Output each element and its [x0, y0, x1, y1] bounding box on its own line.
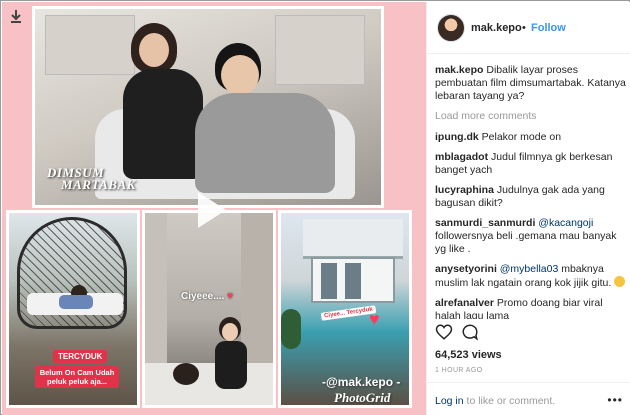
download-icon[interactable]: [8, 8, 24, 26]
comment-list: mak.kepo Dibalik layar proses pembuatan …: [435, 64, 627, 319]
watermark-handle: -@mak.kepo -: [322, 375, 401, 389]
avatar[interactable]: [437, 14, 465, 42]
separator-dot: •: [522, 22, 526, 34]
login-link[interactable]: Log in: [435, 395, 464, 407]
post-media[interactable]: DIMSUM MARTABAK TERCYDUK Belum On Cam Ud…: [2, 2, 426, 415]
comment-item: sanmurdi_sanmurdi @kacangoji followersny…: [435, 217, 627, 256]
comment-mention[interactable]: @kacangoji: [535, 217, 593, 229]
follow-button[interactable]: Follow: [531, 22, 566, 34]
heart-sticker: ♥: [369, 309, 380, 329]
load-more-comments[interactable]: Load more comments: [435, 110, 627, 122]
post-footer: Log in to like or comment. •••: [427, 382, 630, 415]
caption-username[interactable]: mak.kepo: [435, 64, 483, 76]
username-link[interactable]: mak.kepo: [471, 22, 522, 34]
view-count: 64,523 views: [435, 349, 502, 361]
movie-logo: DIMSUM MARTABAK: [47, 165, 136, 192]
comment-username[interactable]: mblagadot: [435, 151, 488, 163]
heart-icon[interactable]: [435, 323, 453, 341]
play-icon[interactable]: [188, 188, 232, 232]
comment-text: followersnya beli .gemana mau banyak yg …: [435, 230, 617, 255]
more-options-button[interactable]: •••: [607, 393, 623, 407]
comment-mention[interactable]: @mybella03: [497, 263, 559, 275]
tercyduk-tag: TERCYDUK: [53, 350, 108, 363]
comment-item: ipung.dk Pelakor mode on: [435, 131, 627, 144]
instagram-embed: DIMSUM MARTABAK TERCYDUK Belum On Cam Ud…: [0, 0, 630, 415]
comment-username[interactable]: anysetyorini: [435, 263, 497, 275]
photo-garden-swing: TERCYDUK Belum On Cam Udah peluk peluk a…: [6, 210, 140, 408]
comment-username[interactable]: sanmurdi_sanmurdi: [435, 217, 535, 229]
ciyee-sticker: Ciyeee.... ♥: [181, 291, 234, 302]
caption: mak.kepo Dibalik layar proses pembuatan …: [435, 64, 627, 103]
comment-item: lucyraphina Judulnya gak ada yang bagusa…: [435, 184, 627, 210]
photo-bedroom: Ciyeee.... ♥: [142, 210, 276, 408]
watermark-photogrid: PhotoGrid: [334, 390, 391, 405]
comment-item: alrefanalver Promo doang biar viral hala…: [435, 297, 627, 319]
comment-username[interactable]: lucyraphina: [435, 184, 494, 196]
login-rest-text: to like or comment.: [463, 395, 556, 407]
post-timestamp: 1 HOUR AGO: [435, 367, 483, 374]
photo-movie-still: DIMSUM MARTABAK: [32, 6, 384, 208]
comment-icon[interactable]: [461, 323, 479, 341]
caption-sticker: Belum On Cam Udah peluk peluk aja...: [35, 366, 119, 388]
post-actions: [435, 323, 625, 343]
login-prompt: Log in to like or comment.: [435, 395, 555, 407]
comment-item: mblagadot Judul filmnya gk berkesan bang…: [435, 151, 627, 177]
post-sidebar: mak.kepo • Follow mak.kepo Dibalik layar…: [426, 2, 630, 415]
post-header: mak.kepo • Follow: [427, 2, 630, 54]
tercyduk-small-sticker: Ciyee... Tercyduk: [320, 305, 377, 321]
comment-username[interactable]: ipung.dk: [435, 131, 479, 143]
smile-emoji-icon: [614, 276, 626, 287]
comment-text: Pelakor mode on: [478, 131, 562, 143]
comment-username[interactable]: alrefanalver: [435, 297, 494, 309]
comment-item: anysetyorini @mybella03 mbaknya muslim l…: [435, 263, 627, 290]
